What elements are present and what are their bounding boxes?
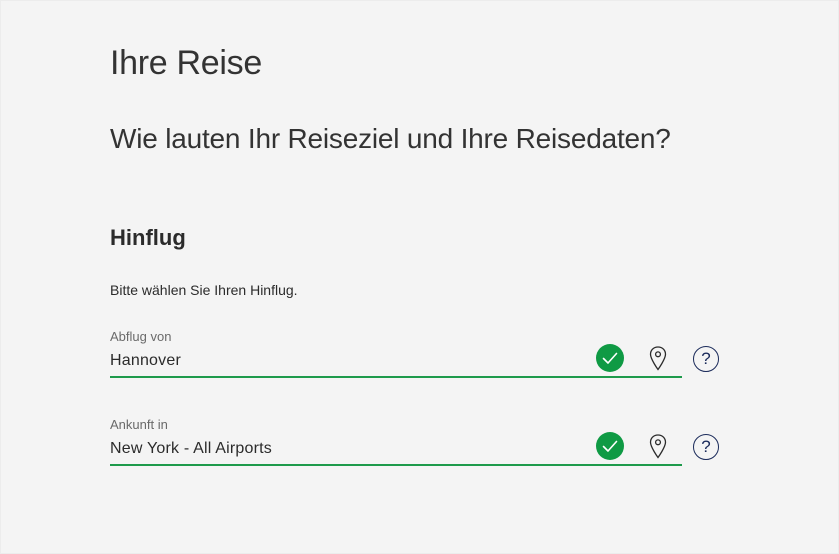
departure-underline <box>110 376 682 378</box>
outbound-instruction: Bitte wählen Sie Ihren Hinflug. <box>110 282 298 298</box>
arrival-underline <box>110 464 682 466</box>
departure-label: Abflug von <box>110 329 172 344</box>
arrival-label: Ankunft in <box>110 417 168 432</box>
arrival-help-icon[interactable]: ? <box>693 434 719 460</box>
page-title: Ihre Reise <box>110 44 262 82</box>
check-circle-icon <box>596 432 624 460</box>
map-pin-icon[interactable] <box>648 345 668 373</box>
section-title-outbound: Hinflug <box>110 225 186 250</box>
arrival-field[interactable]: Ankunft in New York - All Airports <box>110 417 682 466</box>
arrival-input[interactable]: New York - All Airports <box>110 440 272 458</box>
map-pin-icon[interactable] <box>648 433 668 461</box>
page-subtitle: Wie lauten Ihr Reiseziel und Ihre Reised… <box>110 123 671 154</box>
departure-help-icon[interactable]: ? <box>693 346 719 372</box>
page-frame <box>0 0 839 554</box>
departure-field[interactable]: Abflug von Hannover <box>110 329 682 378</box>
departure-input[interactable]: Hannover <box>110 352 181 370</box>
check-circle-icon <box>596 344 624 372</box>
